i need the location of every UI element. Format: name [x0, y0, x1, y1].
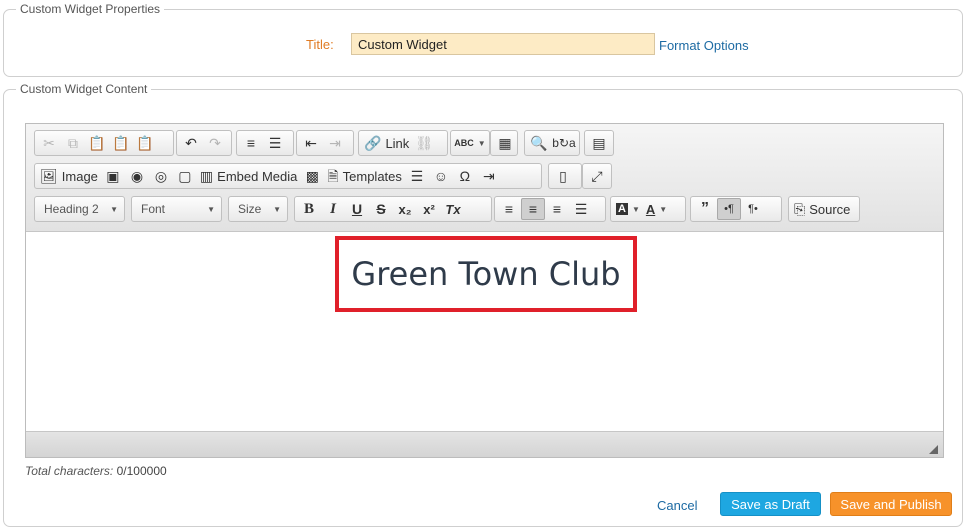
properties-legend: Custom Widget Properties: [16, 2, 165, 16]
font-select[interactable]: Font ▼: [131, 196, 222, 222]
align-center-icon[interactable]: ≡: [521, 198, 545, 220]
bulleted-list-icon[interactable]: ☰: [263, 132, 287, 154]
embed-media-button[interactable]: ▥ Embed Media: [197, 165, 300, 187]
outdent-icon[interactable]: ⇤: [299, 132, 323, 154]
format-options-link[interactable]: Format Options: [659, 38, 749, 53]
highlighted-heading[interactable]: Green Town Club: [335, 236, 637, 312]
indent-icon[interactable]: ⇥: [323, 132, 347, 154]
image-icon: 🖼: [40, 168, 58, 184]
title-label: Title:: [306, 37, 334, 52]
save-draft-button[interactable]: Save as Draft: [720, 492, 821, 516]
bold-button[interactable]: B: [297, 198, 321, 220]
align-left-icon[interactable]: ≡: [497, 198, 521, 220]
smiley-icon[interactable]: ☺: [429, 165, 453, 187]
editor-content-area[interactable]: Green Town Club: [26, 232, 943, 432]
flash-icon[interactable]: ◉: [125, 165, 149, 187]
show-blocks-icon[interactable]: ▯: [551, 165, 575, 187]
numbered-list-icon[interactable]: ≡: [239, 132, 263, 154]
redo-icon[interactable]: ↷: [203, 132, 227, 154]
unlink-icon[interactable]: ⛓: [412, 132, 436, 154]
preview-group: ▯: [548, 163, 582, 189]
chevron-down-icon: ▼: [207, 204, 215, 214]
source-icon: ⎘: [794, 201, 806, 217]
cancel-button[interactable]: Cancel: [657, 498, 697, 513]
list-group: ≡ ☰: [236, 130, 294, 156]
character-counter: Total characters: 0/100000: [25, 464, 167, 478]
widget-content-panel: Custom Widget Content ✂ ⧉ 📋 📋 📋 ↶ ↷ ≡ ☰ …: [3, 82, 963, 527]
replace-icon[interactable]: b↻a: [551, 132, 577, 154]
find-group: 🔍 b↻a: [524, 130, 580, 156]
paste-icon[interactable]: 📋: [85, 132, 109, 154]
blockquote-icon[interactable]: ”: [693, 198, 717, 220]
document-icon: 🗎: [327, 168, 339, 184]
underline-button[interactable]: U: [345, 198, 369, 220]
source-group: ⎘ Source: [788, 196, 860, 222]
align-group: ≡ ≡ ≡ ☰: [494, 196, 606, 222]
basic-styles-group: B I U S x₂ x² Tx: [294, 196, 492, 222]
undo-icon[interactable]: ↶: [179, 132, 203, 154]
spellcheck-group: ABC ▼: [450, 130, 490, 156]
strikethrough-button[interactable]: S: [369, 198, 393, 220]
maximize-icon[interactable]: ⤢: [585, 165, 609, 187]
chevron-down-icon: ▼: [273, 204, 281, 214]
rich-text-editor: ✂ ⧉ 📋 📋 📋 ↶ ↷ ≡ ☰ ⇤ ⇥ 🔗 Link ⛓ ABC ▼ ▦ 🔍…: [25, 123, 944, 458]
link-icon: 🔗: [364, 135, 382, 151]
rtl-icon[interactable]: ¶•: [741, 198, 765, 220]
video-icon[interactable]: ▩: [300, 165, 324, 187]
indent-group: ⇤ ⇥: [296, 130, 354, 156]
clipboard-group: ✂ ⧉ 📋 📋 📋: [34, 130, 174, 156]
size-select[interactable]: Size ▼: [228, 196, 288, 222]
insert-page-icon[interactable]: ▢: [173, 165, 197, 187]
widget-properties-panel: Custom Widget Properties Title: Format O…: [3, 2, 963, 77]
title-input[interactable]: [351, 33, 655, 55]
spellcheck-icon[interactable]: ABC ▼: [453, 132, 487, 154]
insert-group: 🖼 Image ▣ ◉ ◎ ▢ ▥ Embed Media ▩ 🗎 Templates…: [34, 163, 542, 189]
horizontal-rule-icon[interactable]: ☰: [405, 165, 429, 187]
source-button[interactable]: ⎘ Source: [791, 198, 853, 220]
image-manager-icon[interactable]: ▣: [101, 165, 125, 187]
page-break-icon[interactable]: ⇥: [477, 165, 501, 187]
color-group: A ▼ A ▼: [610, 196, 686, 222]
save-publish-button[interactable]: Save and Publish: [830, 492, 952, 516]
italic-button[interactable]: I: [321, 198, 345, 220]
counter-label: Total characters:: [25, 464, 114, 478]
ltr-icon[interactable]: •¶: [717, 198, 741, 220]
remove-format-button[interactable]: Tx: [441, 198, 465, 220]
block-group: ” •¶ ¶•: [690, 196, 782, 222]
templates-button[interactable]: 🗎 Templates: [324, 165, 405, 187]
justify-icon[interactable]: ☰: [569, 198, 593, 220]
align-right-icon[interactable]: ≡: [545, 198, 569, 220]
subscript-button[interactable]: x₂: [393, 198, 417, 220]
link-button[interactable]: 🔗 Link: [361, 132, 412, 154]
history-group: ↶ ↷: [176, 130, 232, 156]
cut-icon[interactable]: ✂: [37, 132, 61, 154]
copy-icon[interactable]: ⧉: [61, 132, 85, 154]
resize-handle-icon[interactable]: [929, 445, 938, 454]
background-color-icon[interactable]: A ▼: [613, 198, 643, 220]
image-button[interactable]: 🖼 Image: [37, 165, 101, 187]
editor-toolbar: ✂ ⧉ 📋 📋 📋 ↶ ↷ ≡ ☰ ⇤ ⇥ 🔗 Link ⛓ ABC ▼ ▦ 🔍…: [26, 124, 943, 232]
find-icon[interactable]: 🔍: [527, 132, 551, 154]
select-all-group: ▤: [584, 130, 614, 156]
table-icon[interactable]: ▦: [493, 132, 517, 154]
editor-status-bar: [26, 431, 943, 457]
maximize-group: ⤢: [582, 163, 612, 189]
content-legend: Custom Widget Content: [16, 82, 152, 96]
counter-value: 0/100000: [116, 464, 167, 478]
paste-word-icon[interactable]: 📋: [133, 132, 157, 154]
chevron-down-icon: ▼: [110, 204, 118, 214]
select-all-icon[interactable]: ▤: [587, 132, 611, 154]
superscript-button[interactable]: x²: [417, 198, 441, 220]
paste-text-icon[interactable]: 📋: [109, 132, 133, 154]
format-select[interactable]: Heading 2 ▼: [34, 196, 125, 222]
link-group: 🔗 Link ⛓: [358, 130, 448, 156]
film-icon: ▥: [199, 168, 214, 184]
special-char-button[interactable]: Ω: [453, 165, 477, 187]
table-group: ▦: [490, 130, 518, 156]
text-color-icon[interactable]: A ▼: [643, 198, 670, 220]
globe-icon[interactable]: ◎: [149, 165, 173, 187]
